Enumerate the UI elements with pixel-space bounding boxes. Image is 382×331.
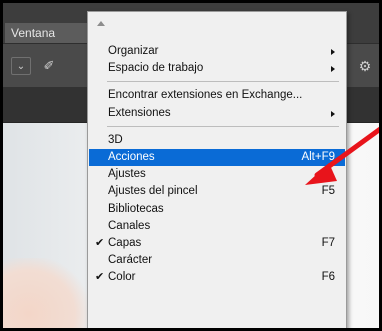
menu-item-label: Carácter <box>108 254 153 267</box>
canvas-image-detail <box>3 258 88 328</box>
checkmark-icon: ✔ <box>95 237 105 249</box>
submenu-arrow-icon <box>331 49 335 55</box>
gear-icon[interactable]: ⚙ <box>355 57 375 75</box>
submenu-arrow-icon <box>331 110 335 117</box>
menu-item-color[interactable]: ✔ Color F6 <box>89 269 345 286</box>
menu-item-label: Acciones <box>108 151 155 163</box>
submenu-arrow-icon <box>331 66 335 73</box>
menu-item-label: Espacio de trabajo <box>108 62 204 75</box>
menu-item-extensiones[interactable]: Extensiones <box>89 105 345 122</box>
menu-item-carácter[interactable]: Carácter <box>89 252 345 269</box>
brush-icon[interactable]: ✐ <box>39 57 59 75</box>
menu-item-shortcut: F6 <box>321 271 335 284</box>
scroll-up-icon[interactable] <box>88 18 346 30</box>
menu-item-organizar[interactable]: Organizar <box>89 43 345 60</box>
menu-item-label: Canales <box>108 219 151 232</box>
menu-item-label: Ajustes <box>108 168 146 181</box>
checkmark-icon: ✔ <box>95 271 105 284</box>
menu-item-bibliotecas[interactable]: Bibliotecas <box>89 201 345 218</box>
menu-item-label: 3D <box>108 133 123 146</box>
menu-item-label: Extensiones <box>108 106 171 119</box>
chevron-down-icon[interactable]: ⌄ <box>11 57 31 75</box>
red-arrow-icon <box>305 126 379 185</box>
menu-item-label: Encontrar extensiones en Exchange... <box>108 89 303 102</box>
menu-item-label: Bibliotecas <box>108 202 164 215</box>
menu-item-canales[interactable]: Canales <box>89 218 345 235</box>
menu-item-label: Ajustes del pincel <box>108 185 198 198</box>
menu-item-encontrar-extensiones-en-exchange[interactable]: Encontrar extensiones en Exchange... <box>89 87 345 104</box>
menu-item-shortcut: F7 <box>321 237 335 249</box>
menu-separator <box>107 81 339 83</box>
menu-ventana[interactable]: Ventana <box>5 23 89 43</box>
screenshot-frame: Ventana ⌄ ✐ ⚙ Organizar Espacio de trabaj… <box>0 0 382 331</box>
menu-item-label: Capas <box>108 237 142 249</box>
menu-item-label: Color <box>108 271 136 284</box>
menu-item-capas[interactable]: ✔ Capas F7 <box>89 235 345 252</box>
menu-item-espacio-de-trabajo[interactable]: Espacio de trabajo <box>89 60 345 77</box>
menu-item-label: Organizar <box>108 45 159 57</box>
